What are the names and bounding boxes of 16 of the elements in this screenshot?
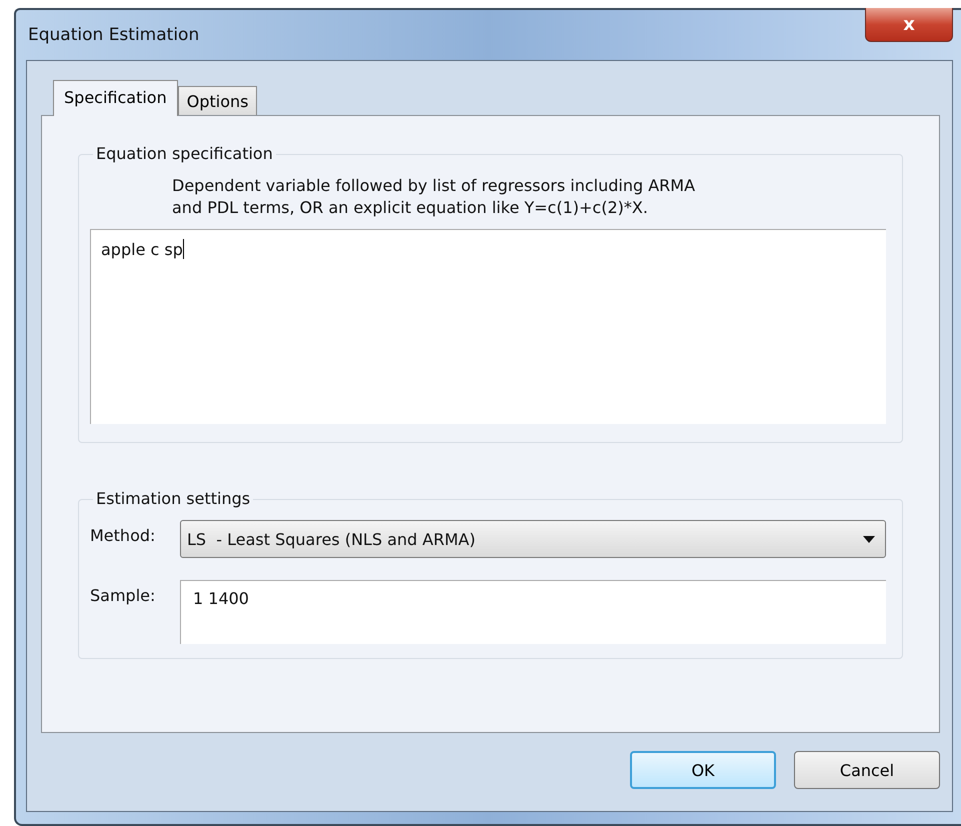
hint-text: and PDL terms, OR an explicit equation like Y=c(1)+c(2)*X.: [172, 197, 649, 219]
field-label: Sample:: [90, 585, 156, 605]
tab[interactable]: Specification: [53, 80, 178, 116]
dropdown-arrow-icon: [863, 536, 875, 542]
window-title: Equation Estimation: [28, 25, 200, 45]
hint-text: Dependent variable followed by list of regressors including ARMA: [172, 175, 696, 197]
close-button[interactable]: x: [865, 8, 953, 42]
group-title: Estimation settings: [93, 489, 254, 509]
field-label: Method:: [90, 525, 156, 545]
tab[interactable]: Options: [178, 86, 258, 116]
method-dropdown[interactable]: LS - Least Squares (NLS and ARMA): [180, 520, 886, 558]
dialog-button[interactable]: Cancel: [794, 751, 940, 789]
dialog-button[interactable]: OK: [630, 751, 776, 789]
equation-field[interactable]: apple c sp: [90, 229, 886, 424]
group-title: Equation specification: [93, 144, 276, 164]
sample-field[interactable]: 1 1400: [180, 580, 886, 644]
